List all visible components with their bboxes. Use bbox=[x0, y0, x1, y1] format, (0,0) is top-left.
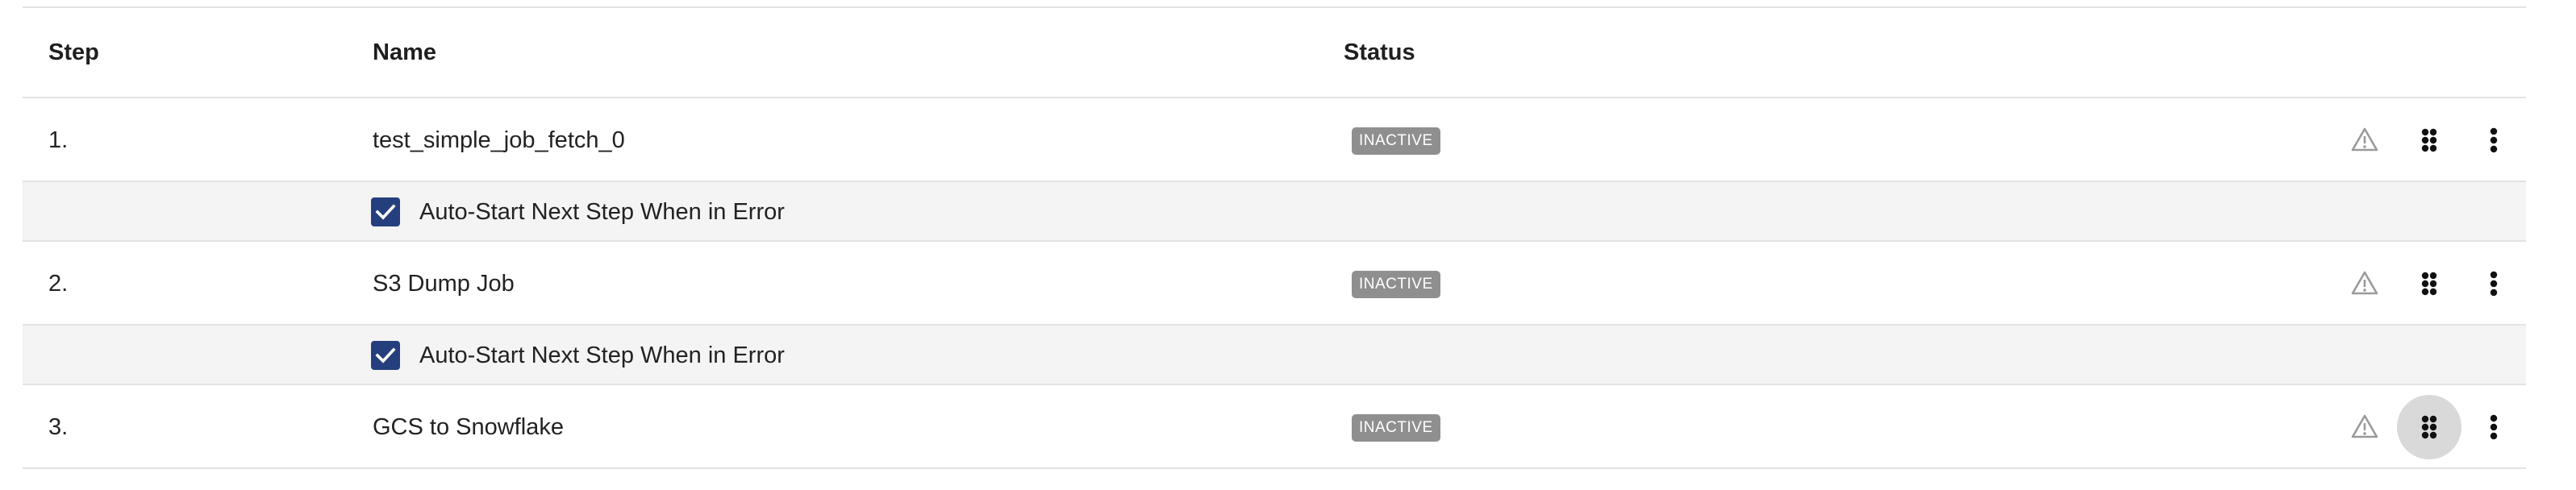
auto-start-label: Auto-Start Next Step When in Error bbox=[419, 343, 785, 368]
more-vert-icon[interactable] bbox=[2461, 108, 2526, 172]
job-name: S3 Dump Job bbox=[373, 271, 515, 297]
header-name: Name bbox=[373, 39, 436, 65]
auto-start-row: Auto-Start Next Step When in Error bbox=[23, 326, 2526, 385]
step-number: 2. bbox=[48, 271, 69, 297]
warning-icon[interactable] bbox=[2332, 395, 2397, 459]
auto-start-checkbox[interactable] bbox=[371, 197, 400, 226]
status-badge: INACTIVE bbox=[1352, 414, 1440, 442]
drag-handle-icon[interactable] bbox=[2397, 395, 2461, 459]
header-step: Step bbox=[48, 39, 99, 65]
step-number: 1. bbox=[48, 127, 69, 153]
table-row[interactable]: 1. test_simple_job_fetch_0 INACTIVE bbox=[23, 98, 2526, 182]
job-name: test_simple_job_fetch_0 bbox=[373, 127, 625, 153]
drag-handle-icon[interactable] bbox=[2397, 108, 2461, 172]
table-header: Step Name Status bbox=[23, 8, 2526, 97]
table-row[interactable]: 2. S3 Dump Job INACTIVE bbox=[23, 242, 2526, 326]
status-badge: INACTIVE bbox=[1352, 127, 1440, 155]
table-row[interactable]: 3. GCS to Snowflake INACTIVE bbox=[23, 385, 2526, 469]
steps-table: Step Name Status 1. test_simple_job_fetc… bbox=[23, 0, 2526, 490]
job-name: GCS to Snowflake bbox=[373, 414, 564, 440]
warning-icon[interactable] bbox=[2332, 108, 2397, 172]
status-badge: INACTIVE bbox=[1352, 271, 1440, 298]
divider bbox=[23, 467, 2526, 469]
more-vert-icon[interactable] bbox=[2461, 395, 2526, 459]
auto-start-checkbox[interactable] bbox=[371, 341, 400, 370]
drag-handle-icon[interactable] bbox=[2397, 251, 2461, 316]
warning-icon[interactable] bbox=[2332, 251, 2397, 316]
more-vert-icon[interactable] bbox=[2461, 251, 2526, 316]
auto-start-label: Auto-Start Next Step When in Error bbox=[419, 199, 785, 225]
auto-start-row: Auto-Start Next Step When in Error bbox=[23, 182, 2526, 242]
header-status: Status bbox=[1344, 39, 1415, 65]
step-number: 3. bbox=[48, 414, 69, 440]
